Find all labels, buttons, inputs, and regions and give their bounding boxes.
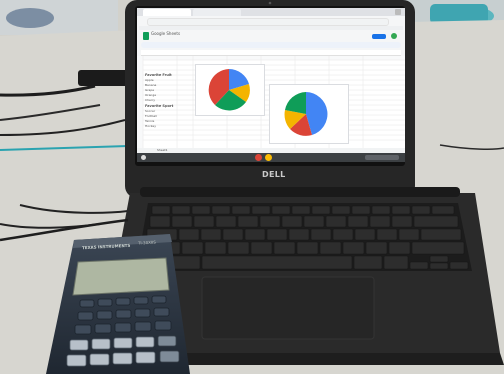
bookmarks-bar [139,26,403,30]
sheets-logo [143,32,149,40]
power-cable [0,218,129,242]
status-tray[interactable] [365,155,399,160]
pie-chart-2[interactable] [283,91,329,137]
share-button[interactable] [372,34,386,39]
browser-tab-bar [137,8,405,16]
close-window-icon[interactable] [395,9,401,15]
calculator-model: TI-30XIIS [137,239,156,246]
table-cell: Hockey [145,124,156,128]
dell-logo: DELL [262,170,286,179]
laptop-screen: Google Sheets Favorite Fruit Favorite Sp… [137,8,405,162]
chromeos-shelf [137,153,405,162]
chrome-icon[interactable] [255,154,262,161]
table-rows-2: Soccer Football Tennis Hockey [145,109,157,129]
table-header-1: Favorite Fruit [145,73,172,77]
browser-tab[interactable] [193,9,241,16]
table-cell: Cherry [145,98,156,102]
avatar[interactable] [391,33,397,39]
files-icon[interactable] [265,154,272,161]
photo-scene: Google Sheets Favorite Fruit Favorite Sp… [0,0,504,374]
trackpad[interactable] [201,276,375,340]
address-bar[interactable] [147,18,389,26]
app-title: Google Sheets [151,31,181,36]
pie-chart-1[interactable] [207,68,251,112]
table-rows-1: Apple Banana Grape Orange Cherry [145,78,156,103]
browser-tab[interactable] [143,9,191,16]
sheet-tab[interactable]: Sheet1 [157,148,168,152]
calculator-display [72,257,170,296]
sheets-toolbar [141,42,401,48]
launcher-icon[interactable] [141,155,146,160]
table-header-2: Favorite Sport [145,104,174,108]
